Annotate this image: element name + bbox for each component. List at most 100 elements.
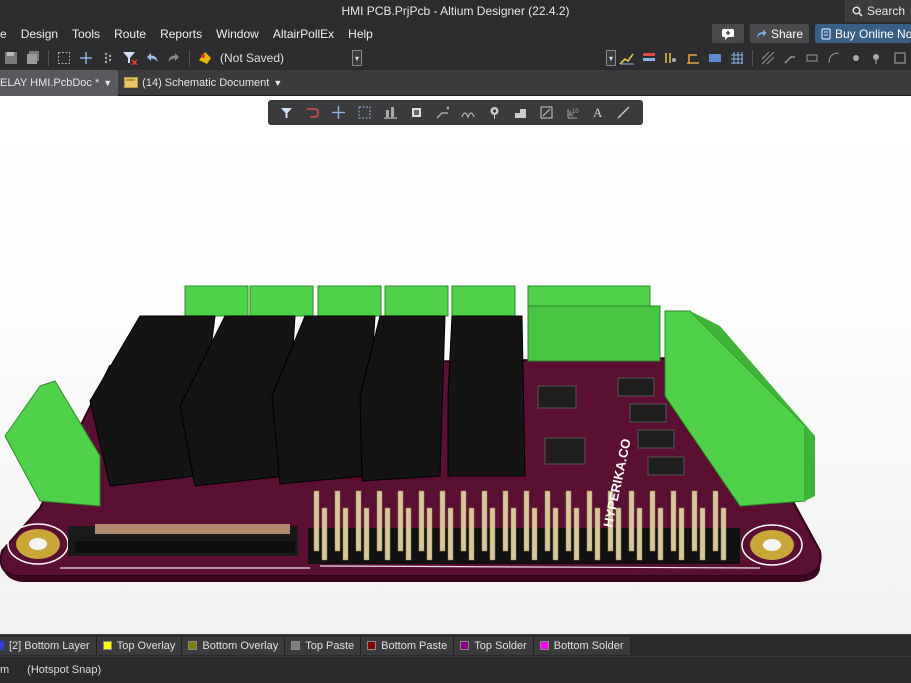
save-all-icon[interactable] <box>23 48 43 68</box>
share-button[interactable]: Share <box>749 24 809 43</box>
component-place-icon[interactable] <box>407 103 427 123</box>
title-bar: HMI PCB.PrjPcb - Altium Designer (22.4.2… <box>0 0 911 22</box>
select-rect-icon[interactable] <box>355 103 375 123</box>
crosshair-icon[interactable] <box>329 103 349 123</box>
net-icon[interactable] <box>802 48 822 68</box>
filter-icon[interactable] <box>277 103 297 123</box>
header-pin <box>481 490 488 552</box>
search-button[interactable]: Search <box>845 0 911 22</box>
redo-icon[interactable] <box>164 48 184 68</box>
grid-icon[interactable] <box>727 48 747 68</box>
header-pin <box>418 490 425 552</box>
save-state-label: (Not Saved) <box>220 51 285 65</box>
arc-icon[interactable] <box>824 48 844 68</box>
header-pin <box>397 490 404 552</box>
layer-tab-bottom-solder[interactable]: Bottom Solder <box>533 636 631 655</box>
string-icon[interactable]: A <box>588 103 608 123</box>
save-icon[interactable] <box>1 48 21 68</box>
menu-help[interactable]: Help <box>341 22 380 46</box>
move-icon[interactable] <box>76 48 96 68</box>
layer-label: Bottom Paste <box>381 639 448 652</box>
menu-reports[interactable]: Reports <box>153 22 209 46</box>
ffc-connector <box>68 524 298 556</box>
layer-color-swatch <box>188 641 198 650</box>
layer-label: Bottom Overlay <box>202 639 279 652</box>
keepout-icon[interactable] <box>536 103 556 123</box>
menu-file[interactable]: e <box>0 22 14 46</box>
place-fill-icon[interactable] <box>705 48 725 68</box>
paste-icon[interactable] <box>195 48 215 68</box>
share-arrow-icon <box>756 29 767 39</box>
header-pin <box>544 490 551 552</box>
layer-color-swatch <box>367 641 377 650</box>
document-tabs: ELAY HMI.PcbDoc * ▼ (14) Schematic Docum… <box>0 69 911 96</box>
dimension-icon[interactable]: 10 <box>562 103 582 123</box>
place-via-icon[interactable] <box>683 48 703 68</box>
component-icon[interactable] <box>846 48 866 68</box>
layer-dropdown[interactable]: ▾ <box>606 50 616 66</box>
header-pin <box>670 490 677 552</box>
track-icon[interactable] <box>780 48 800 68</box>
route-track-icon[interactable] <box>432 103 452 123</box>
toolbar-separator <box>189 50 190 66</box>
tab-schematic[interactable]: (14) Schematic Document ▼ <box>118 70 288 96</box>
layer-color-swatch <box>460 641 470 650</box>
menu-window[interactable]: Window <box>209 22 266 46</box>
header-pin <box>502 490 509 552</box>
layer-tab-bottom-layer[interactable]: [2] Bottom Layer <box>0 636 97 655</box>
header-pin <box>334 490 341 552</box>
align-bottom-icon[interactable] <box>381 103 401 123</box>
menu-altairpollex[interactable]: AltairPollEx <box>266 22 341 46</box>
layer-tab-bottom-overlay[interactable]: Bottom Overlay <box>182 636 286 655</box>
layer-tab-top-paste[interactable]: Top Paste <box>285 636 362 655</box>
header-pin <box>460 490 467 552</box>
buy-online-button[interactable]: Buy Online Now <box>815 24 911 43</box>
diff-pair-icon[interactable] <box>458 103 478 123</box>
layer-color-swatch <box>291 641 301 650</box>
header-pin <box>523 490 530 552</box>
layer-color-swatch <box>539 641 549 650</box>
header-pin <box>720 507 727 561</box>
status-left: m <box>0 664 10 676</box>
line-icon[interactable] <box>614 103 634 123</box>
header-pin <box>678 507 685 561</box>
share-label: Share <box>770 26 803 41</box>
route-icon[interactable] <box>303 103 323 123</box>
header-pin <box>405 507 412 561</box>
chevron-down-icon: ▼ <box>103 77 113 88</box>
header-pin <box>657 507 664 561</box>
variant-dropdown[interactable]: ▾ <box>352 50 362 66</box>
hatch-icon[interactable] <box>758 48 778 68</box>
header-pin <box>363 507 370 561</box>
layer-label: [2] Bottom Layer <box>9 639 90 652</box>
polygon-icon[interactable] <box>510 103 530 123</box>
header-pin <box>699 507 706 561</box>
menu-design[interactable]: Design <box>14 22 65 46</box>
header-pin <box>468 507 475 561</box>
buy-label: Buy Online Now <box>835 26 911 41</box>
chevron-down-icon: ▾ <box>608 53 613 63</box>
menu-route[interactable]: Route <box>107 22 153 46</box>
interactive-routing-icon[interactable] <box>617 48 637 68</box>
layer-tab-top-overlay[interactable]: Top Overlay <box>96 636 183 655</box>
toolbar-separator <box>48 50 49 66</box>
more-icon[interactable] <box>890 48 910 68</box>
undo-icon[interactable] <box>142 48 162 68</box>
differential-pair-icon[interactable] <box>661 48 681 68</box>
align-icon[interactable] <box>98 48 118 68</box>
header-pin <box>691 490 698 552</box>
layer-tab-bottom-paste[interactable]: Bottom Paste <box>361 636 455 655</box>
select-area-icon[interactable] <box>54 48 74 68</box>
pin-icon[interactable] <box>868 48 888 68</box>
chat-button[interactable] <box>711 24 744 43</box>
layer-tab-top-solder[interactable]: Top Solder <box>454 636 534 655</box>
tab-pcbdoc[interactable]: ELAY HMI.PcbDoc * ▼ <box>0 69 119 96</box>
3d-viewport[interactable]: 10 A HYPERIKA.CO <box>0 96 911 634</box>
tab-label: (14) Schematic Document <box>142 76 270 89</box>
menu-tools[interactable]: Tools <box>65 22 107 46</box>
search-label: Search <box>866 4 906 18</box>
filter-clear-icon[interactable] <box>120 48 140 68</box>
bus-routing-icon[interactable] <box>639 48 659 68</box>
chevron-down-icon: ▾ <box>354 53 359 63</box>
via-icon[interactable] <box>484 103 504 123</box>
